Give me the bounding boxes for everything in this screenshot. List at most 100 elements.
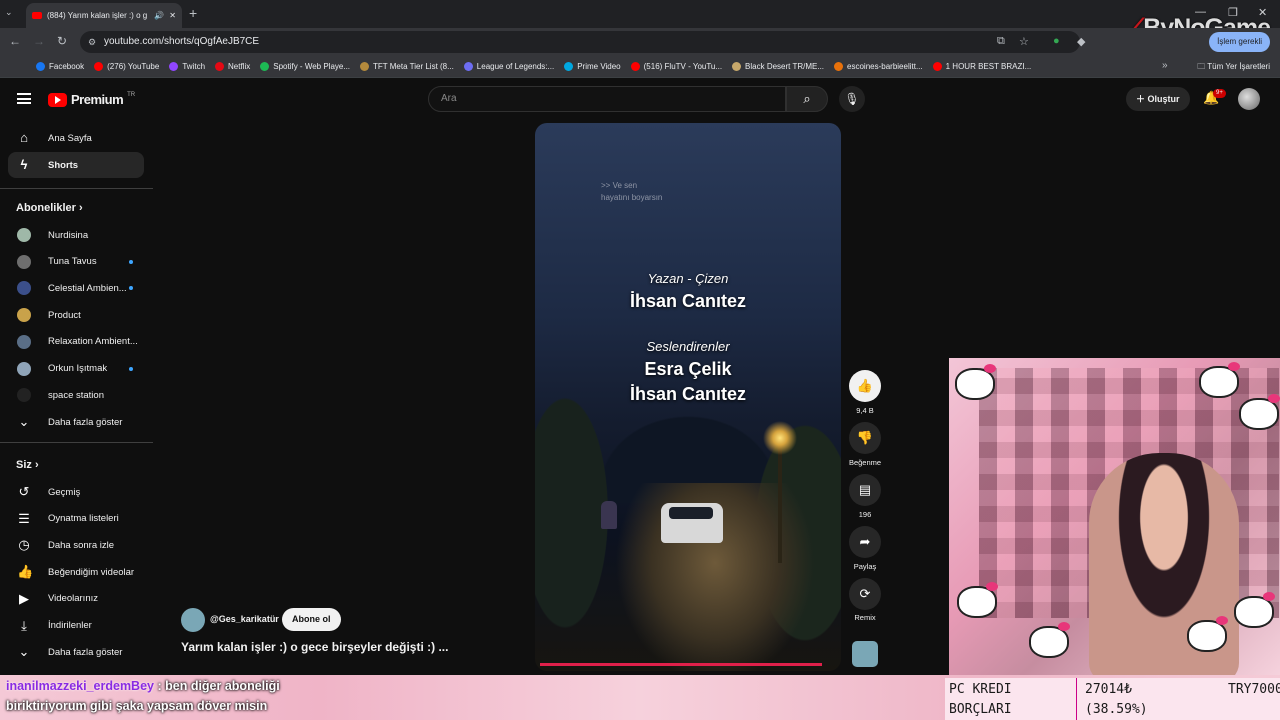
remix-label: Remix	[854, 613, 876, 622]
sidebar-item[interactable]: Product	[8, 302, 144, 328]
mic-icon: 🎙	[844, 92, 860, 106]
sidebar-item[interactable]: 👍 Beğendiğim videolar	[8, 559, 144, 585]
sidebar-item-label: İndirilenler	[48, 620, 92, 631]
bookmark-item[interactable]: Facebook	[36, 62, 84, 71]
subscribe-button[interactable]: Abone ol	[282, 608, 341, 631]
bookmark-favicon-icon	[36, 62, 45, 71]
reload-icon[interactable]: ↻	[57, 34, 67, 48]
hello-kitty-sticker	[1199, 362, 1240, 398]
voice-search-button[interactable]: 🎙	[839, 86, 865, 112]
more-bookmarks-icon[interactable]: »	[1162, 60, 1168, 71]
new-content-dot	[129, 259, 133, 264]
bookmark-item[interactable]: TFT Meta Tier List (8...	[360, 62, 454, 71]
bookmark-label: Netflix	[228, 62, 251, 71]
webcam-overlay	[949, 358, 1280, 678]
bookmark-item[interactable]: Netflix	[215, 62, 250, 71]
youtube-logo[interactable]: Premium TR	[48, 92, 135, 107]
channel-avatar[interactable]	[181, 608, 205, 632]
extension-icon[interactable]: ●	[1053, 35, 1060, 47]
sidebar-item[interactable]: ▶ Videolarınız	[8, 586, 144, 612]
forward-icon[interactable]: →	[33, 34, 45, 48]
tab-search-icon[interactable]: ⌄	[5, 7, 13, 18]
url-text: youtube.com/shorts/qOgfAeJB7CE	[104, 36, 260, 47]
sidebar-item-label: Celestial Ambien...	[48, 282, 127, 294]
you-header[interactable]: Siz ›	[16, 459, 39, 471]
sidebar-item-label: Daha fazla göster	[48, 416, 123, 428]
all-bookmarks[interactable]: 🗀 Tüm Yer İşaretleri	[1197, 61, 1270, 75]
bookmark-favicon-icon	[169, 62, 179, 71]
dislike-button[interactable]: 👎	[849, 422, 881, 454]
bookmark-item[interactable]: 1 HOUR BEST BRAZI...	[932, 62, 1031, 71]
sidebar-item[interactable]: Tuna Tavus	[8, 249, 144, 275]
sidebar-item[interactable]: ϟ Shorts	[8, 152, 144, 178]
channel-name[interactable]: @Ges_karikatür	[210, 614, 279, 624]
sidebar-item[interactable]: Relaxation Ambient...	[8, 329, 144, 355]
audio-icon[interactable]: 🔊	[154, 11, 164, 20]
sidebar-item[interactable]: ☰ Oynatma listeleri	[8, 506, 144, 532]
comments-button[interactable]: ▤	[849, 474, 881, 506]
close-tab-icon[interactable]: ✕	[169, 11, 176, 20]
search-input[interactable]: Ara	[428, 86, 786, 112]
goal-amount: 27014₺	[1085, 682, 1132, 697]
comment-count: 196	[858, 510, 872, 519]
remix-button[interactable]: ⟳	[849, 578, 881, 610]
sidebar-item[interactable]: ⌄ Daha fazla göster	[8, 639, 144, 665]
share-button[interactable]: ➦	[849, 526, 881, 558]
sidebar-item-label: Ana Sayfa	[48, 132, 92, 144]
extension-icon[interactable]: ◆	[1077, 35, 1085, 48]
goal-value: 27014₺ (38.59%)	[1085, 680, 1148, 720]
car	[661, 503, 723, 543]
sidebar-item[interactable]: ↺ Geçmiş	[8, 479, 144, 505]
tab-strip: ⌄ (884) Yarım kalan işler :) o g 🔊 ✕ + —…	[0, 0, 1280, 28]
like-button[interactable]: 👍	[849, 370, 881, 402]
channel-avatar	[17, 281, 31, 296]
hello-kitty-sticker	[1239, 394, 1280, 430]
bookmark-item[interactable]: Prime Video	[564, 62, 621, 71]
subscriptions-header[interactable]: Abonelikler ›	[16, 202, 83, 214]
sidebar-item[interactable]: Celestial Ambien...	[8, 275, 144, 301]
bookmark-favicon-icon	[215, 62, 225, 71]
active-tab[interactable]: (884) Yarım kalan işler :) o g 🔊 ✕	[26, 3, 182, 28]
download-icon: ⤓	[21, 617, 27, 633]
new-tab-button[interactable]: +	[189, 5, 197, 21]
goal-label-1: PC KREDI	[949, 682, 1012, 697]
sidebar-item[interactable]: space station	[8, 382, 144, 408]
progress-bar[interactable]	[540, 663, 823, 666]
video-title[interactable]: Yarım kalan işler :) o gece birşeyler de…	[181, 640, 448, 654]
bookmark-star-icon[interactable]: ☆	[1019, 35, 1029, 48]
sidebar-item-label: Daha fazla göster	[48, 646, 123, 658]
sidebar-item[interactable]: ⌄ Daha fazla göster	[8, 409, 144, 435]
bookmark-item[interactable]: League of Legends:...	[463, 62, 554, 71]
sidebar-item[interactable]: ⤓ İndirilenler	[8, 613, 144, 639]
bookmark-item[interactable]: escoines-barbieelitt...	[834, 62, 923, 71]
thumbs-down-icon: 👎	[856, 430, 874, 445]
sidebar-item[interactable]: ◷ Daha sonra izle	[8, 532, 144, 558]
search-button[interactable]: ⌕	[786, 86, 828, 112]
avatar[interactable]	[1238, 88, 1260, 110]
sidebar-item[interactable]: Nurdisina	[8, 222, 144, 248]
chat-username: inanilmazzeki_erdemBey	[6, 679, 154, 693]
remix-icon: ⟳	[859, 586, 871, 601]
menu-icon[interactable]	[17, 93, 31, 104]
bookmark-item[interactable]: (516) FluTV - YouTu...	[630, 62, 722, 71]
goal-label-2: BORÇLARI	[949, 702, 1012, 717]
bookmark-favicon-icon	[834, 62, 844, 71]
sound-thumbnail[interactable]	[852, 641, 878, 667]
create-button[interactable]: ＋ Oluştur	[1126, 87, 1190, 111]
back-icon[interactable]: ←	[9, 34, 21, 48]
shorts-icon: ϟ	[20, 157, 28, 172]
address-bar[interactable]: ⚙ youtube.com/shorts/qOgfAeJB7CE	[80, 31, 1080, 53]
sidebar-item[interactable]: ⌂ Ana Sayfa	[8, 125, 144, 151]
bookmark-item[interactable]: Twitch	[169, 62, 205, 71]
bookmark-item[interactable]: (276) YouTube	[94, 62, 159, 71]
channel-avatar	[17, 228, 31, 242]
sidebar-item[interactable]: Orkun Işıtmak	[8, 356, 144, 382]
subscriptions-header-label: Abonelikler	[16, 202, 76, 214]
bookmark-item[interactable]: Spotify - Web Playe...	[260, 62, 350, 71]
update-button[interactable]: İşlem gerekli	[1209, 32, 1270, 52]
shorts-video[interactable]: >> Ve sen hayatını boyarsın Yazan - Çize…	[535, 123, 841, 671]
bookmark-item[interactable]: Black Desert TR/ME...	[732, 62, 824, 71]
site-info-icon[interactable]: ⚙	[88, 31, 96, 53]
install-icon[interactable]: ⧉	[997, 35, 1005, 48]
you-header-label: Siz	[16, 459, 32, 471]
